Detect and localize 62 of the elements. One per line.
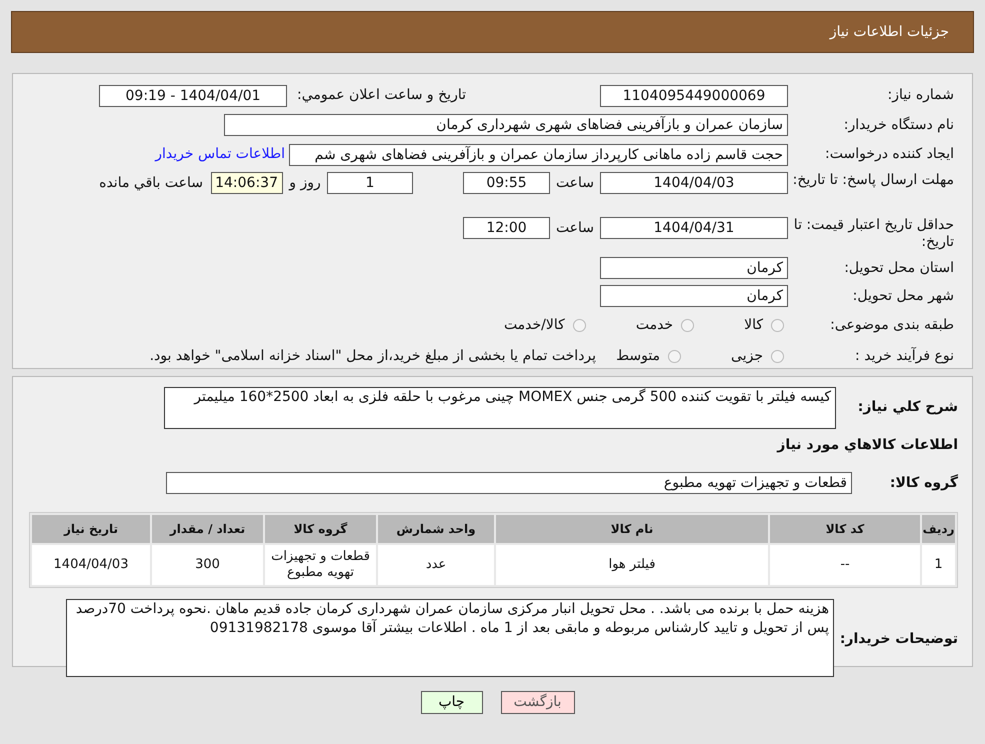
description-textarea[interactable]: کیسه فیلتر با تقویت کننده 500 گرمی جنس MOMEX چینی مرغوب با حلقه فلزی به ابعاد 2500*160 میلیمتر xyxy=(164,387,836,429)
text-field[interactable]: سازمان عمران و بازآفرینی فضاهای شهری شهرداری کرمان xyxy=(224,114,788,136)
text-field[interactable]: 09:55 xyxy=(463,172,550,194)
remaining-label: ساعت باقي مانده xyxy=(99,174,203,194)
text-field[interactable]: کرمان xyxy=(600,257,788,280)
field-label: شهر محل تحویل: xyxy=(852,288,955,305)
text-field[interactable]: 12:00 xyxy=(463,217,550,240)
buyer-contact-link[interactable]: اطلاعات تماس خریدار xyxy=(155,144,285,166)
section-heading: اطلاعات كالاهاي مورد نیاز xyxy=(776,436,958,455)
table-cell: 1404/04/03 xyxy=(32,545,150,585)
text-field[interactable]: 1404/04/03 xyxy=(600,172,788,194)
text-field[interactable]: 1104095449000069 xyxy=(600,84,788,107)
column-header: تعداد / مقدار xyxy=(152,515,263,543)
field-label: نام دستگاه خریدار: xyxy=(842,116,955,134)
field-label: استان محل تحویل: xyxy=(843,260,955,277)
radio-button[interactable] xyxy=(572,319,586,332)
column-header: گروه کالا xyxy=(265,515,376,543)
text-field[interactable]: 1 xyxy=(327,172,413,194)
radio-button[interactable] xyxy=(771,350,784,363)
column-header: نام کالا xyxy=(496,515,768,543)
table-cell: عدد xyxy=(378,545,494,585)
text-field[interactable]: 1404/04/01 - 09:19 xyxy=(99,84,288,107)
days-label: روز و xyxy=(288,174,322,194)
table-cell: 1 xyxy=(922,545,955,585)
field-label: شرح کلي نیاز: xyxy=(856,398,958,417)
column-header: تاریخ نیاز xyxy=(32,515,150,543)
text-field[interactable]: 1404/04/31 xyxy=(600,217,788,240)
radio-label: کالا/خدمت xyxy=(504,316,565,336)
field-label: مهلت ارسال پاسخ: تا تاریخ: xyxy=(792,172,955,190)
column-header: ردیف xyxy=(922,515,955,543)
table-cell: -- xyxy=(770,545,920,585)
radio-button[interactable] xyxy=(681,319,694,332)
print-button[interactable]: چاپ xyxy=(420,691,482,714)
field-label: تاریخ و ساعت اعلان عمومي: xyxy=(297,87,467,104)
radio-button[interactable] xyxy=(771,319,784,332)
payment-note: پرداخت تمام یا بخشی از مبلغ خرید،از محل "اسناد خزانه اسلامی" خواهد بود. xyxy=(150,346,596,366)
back-button[interactable]: بازگشت xyxy=(500,691,574,714)
table-cell: فیلتر هوا xyxy=(496,545,768,585)
field-label: ایجاد کننده درخواست: xyxy=(824,146,955,164)
radio-label: متوسط xyxy=(616,346,660,366)
page-title: جزئیات اطلاعات نیاز xyxy=(830,22,949,42)
notes-textarea[interactable]: هزینه حمل با برنده می باشد. . محل تحویل انبار مرکزی سازمان عمران شهرداری کرمان جاده قدیم ماهان .نحوه پرداخت 70درصد پس از تحویل و تایید کارشناس مربوطه و مابقی بعد از 1 ماه . اطلاعات بیشتر آقا موسوی 09131982178 xyxy=(66,599,834,677)
column-header: واحد شمارش xyxy=(378,515,494,543)
field-label: توضیحات خریدار: xyxy=(838,630,958,649)
text-field[interactable]: حجت قاسم زاده ماهانی کارپرداز سازمان عمران و بازآفرینی فضاهای شهری شم xyxy=(289,144,788,166)
radio-button[interactable] xyxy=(668,350,682,363)
time-label: ساعت xyxy=(554,219,596,238)
radio-label: کالا xyxy=(744,316,763,336)
field-label: شماره نیاز: xyxy=(886,87,955,104)
text-field[interactable]: قطعات و تجهیزات تهویه مطبوع xyxy=(166,472,852,494)
field-label: گروه کالا: xyxy=(888,473,958,492)
time-label: ساعت xyxy=(554,174,596,194)
field-label: حداقل تاریخ اعتبار قیمت: تا تاریخ: xyxy=(792,217,955,252)
column-header: کد کالا xyxy=(770,515,920,543)
field-label: نوع فرآیند خرید : xyxy=(854,348,955,365)
table-cell: قطعات و تجهیزات تهویه مطبوع xyxy=(265,545,376,585)
remaining-time-field[interactable]: 14:06:37 xyxy=(211,172,283,194)
text-field[interactable]: کرمان xyxy=(600,285,788,308)
field-label: طبقه بندی موضوعی: xyxy=(829,317,955,334)
table-cell: 300 xyxy=(152,545,263,585)
radio-label: جزیی xyxy=(731,346,763,366)
radio-label: خدمت xyxy=(636,316,674,336)
